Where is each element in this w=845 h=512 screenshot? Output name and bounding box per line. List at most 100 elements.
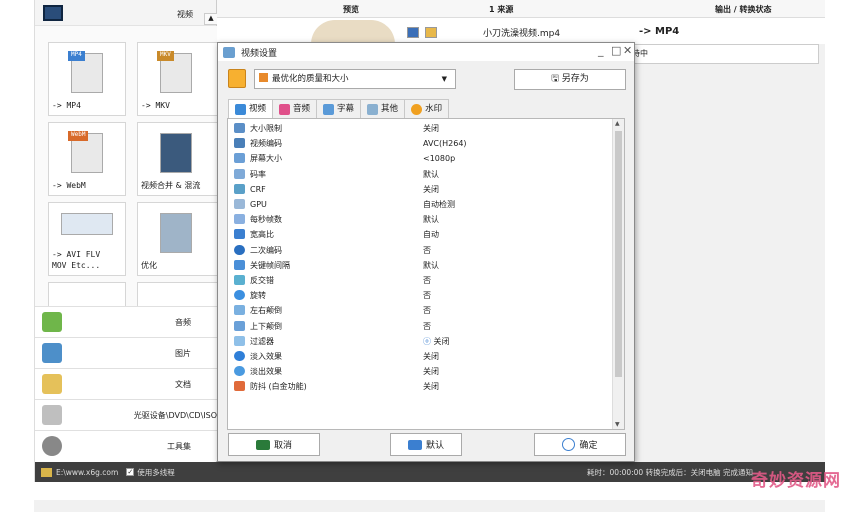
tile-tag: WebM: [68, 131, 89, 141]
property-value: 否: [423, 306, 431, 316]
property-row-aspect[interactable]: 宽高比 自动: [228, 227, 614, 242]
sidebar-item-tools[interactable]: 工具集: [35, 430, 217, 461]
property-value: 否: [423, 321, 431, 331]
property-name: CRF: [250, 184, 266, 194]
tab-label: 水印: [425, 104, 443, 114]
property-value: 关闭: [423, 352, 439, 361]
sidebar-item-document[interactable]: 文档: [35, 368, 217, 399]
tile-label: -> MKV: [141, 101, 170, 110]
close-icon[interactable]: ✕: [623, 44, 632, 57]
property-name: 左右颠倒: [250, 306, 282, 316]
tab-audio[interactable]: 音频: [272, 99, 318, 119]
tile-video-merge[interactable]: 视频合并 & 混流: [137, 122, 217, 196]
property-name: 上下颠倒: [250, 321, 282, 331]
multithread-checkbox[interactable]: ✓: [126, 468, 135, 476]
property-row-two-pass[interactable]: 二次编码 否: [228, 243, 614, 258]
property-row-filter[interactable]: 过滤器 ⓞ 关闭: [228, 334, 614, 349]
dialog-titlebar[interactable]: 视频设置 _ □ ✕: [218, 43, 634, 61]
scrollbar-thumb[interactable]: [615, 131, 622, 377]
filter-value: 关闭: [433, 336, 450, 346]
tab-subtitle[interactable]: 字幕: [316, 99, 362, 119]
folder-icon[interactable]: [425, 27, 437, 38]
cancel-button[interactable]: 取消: [228, 433, 320, 456]
property-row-codec[interactable]: 视频编码 AVC(H264): [228, 136, 614, 151]
source-cell: 小刀洗澡视频.mp4: [407, 26, 560, 39]
property-row-fps[interactable]: 每秒帧数 默认: [228, 212, 614, 227]
save-as-button[interactable]: 🖫 另存为: [514, 69, 626, 90]
property-row-fade-out[interactable]: 淡出效果 关闭: [228, 364, 614, 379]
property-scrollbar[interactable]: ▲ ▼: [612, 119, 624, 429]
mp4-file-icon: MP4: [68, 51, 103, 93]
document-icon: [42, 374, 62, 394]
property-row-crf[interactable]: CRF 关闭: [228, 182, 614, 197]
property-name: 码率: [250, 169, 266, 179]
property-row-keyframe[interactable]: 关键帧间隔 默认: [228, 258, 614, 273]
sidebar-item-picture[interactable]: 图片: [35, 337, 217, 368]
property-row-rotate[interactable]: 旋转 否: [228, 288, 614, 303]
sidebar-item-label: 音频: [175, 317, 191, 327]
property-row-deinterlace[interactable]: 反交错 否: [228, 273, 614, 288]
tile-more-1[interactable]: [48, 282, 126, 306]
tile-to-avi-flv-mov[interactable]: -> AVI FLV MOV Etc...: [48, 202, 126, 276]
folder-icon[interactable]: [41, 467, 52, 477]
property-value: 关闭: [423, 124, 439, 133]
info-icon[interactable]: [407, 27, 419, 38]
table-row[interactable]: 小刀洗澡视频.mp4 -> MP4: [217, 18, 825, 44]
tab-other[interactable]: 其他: [360, 99, 406, 119]
default-icon: [407, 439, 422, 450]
tile-more-2[interactable]: [137, 282, 217, 306]
film-merge-icon: [160, 133, 192, 173]
chevron-down-icon: ▼: [441, 75, 447, 83]
aspect-icon: [234, 229, 245, 240]
stabilize-icon: [234, 381, 245, 392]
property-row-gpu[interactable]: GPU 自动检测: [228, 197, 614, 212]
quality-value: 最优化的质量和大小: [272, 74, 349, 84]
property-row-stabilize[interactable]: 防抖 (白金功能) 关闭: [228, 379, 614, 394]
tab-video[interactable]: 视频: [228, 99, 274, 119]
size-limit-icon: [234, 123, 245, 133]
scroll-up-icon[interactable]: ▲: [615, 120, 620, 127]
sidebar: 视频 ▲ MP4 -> MP4 MKV -> MKV WebM -> WebM …: [35, 0, 218, 462]
collapse-caret-icon[interactable]: ▲: [204, 13, 218, 25]
property-row-fade-in[interactable]: 淡入效果 关闭: [228, 349, 614, 364]
tile-to-webm[interactable]: WebM -> WebM: [48, 122, 126, 196]
col-output: 输出 / 转换状态: [715, 5, 772, 14]
property-row-mirror-v[interactable]: 上下颠倒 否: [228, 319, 614, 334]
tab-watermark[interactable]: 水印: [404, 99, 450, 119]
property-name: 宽高比: [250, 230, 274, 240]
default-button[interactable]: 默认: [390, 433, 462, 456]
property-value: 关闭: [423, 184, 439, 194]
gpu-icon: [234, 199, 245, 209]
property-value: 关闭: [423, 382, 439, 392]
cancel-label: 取消: [273, 441, 292, 451]
quality-select[interactable]: 最优化的质量和大小 ▼: [254, 69, 456, 89]
video-tile-grid: MP4 -> MP4 MKV -> MKV WebM -> WebM 视频合并 …: [35, 26, 217, 306]
webm-file-icon: WebM: [68, 131, 103, 173]
rotate-icon: [234, 290, 245, 301]
property-name: 过滤器: [250, 336, 274, 346]
minimize-icon[interactable]: _: [598, 44, 604, 57]
tile-optimize[interactable]: 优化: [137, 202, 217, 276]
tile-to-mkv[interactable]: MKV -> MKV: [137, 42, 217, 116]
tile-to-mp4[interactable]: MP4 -> MP4: [48, 42, 126, 116]
sidebar-item-label: 文档: [175, 379, 191, 389]
tab-label: 其他: [381, 104, 399, 114]
property-row-screen-size[interactable]: 屏幕大小 <1080p: [228, 151, 614, 166]
mirror-vertical-icon: [234, 320, 245, 331]
property-value: <1080p: [423, 154, 456, 164]
audio-tab-icon: [279, 103, 291, 115]
two-pass-icon: [234, 244, 245, 255]
property-row-bitrate[interactable]: 码率 默认: [228, 167, 614, 182]
ok-button[interactable]: 确定: [534, 433, 626, 456]
scroll-down-icon[interactable]: ▼: [615, 421, 620, 428]
sidebar-item-audio[interactable]: 音频: [35, 306, 217, 337]
property-row-size-limit[interactable]: 大小限制 关闭: [228, 121, 614, 136]
screen-icon: [234, 153, 245, 164]
dialog-buttons: 取消 默认 确定: [218, 433, 636, 457]
sidebar-item-disc[interactable]: 光驱设备\DVD\CD\ISO: [35, 399, 217, 430]
property-row-mirror-h[interactable]: 左右颠倒 否: [228, 303, 614, 318]
output-path[interactable]: E:\www.x6g.com: [56, 468, 118, 477]
sidebar-video-header[interactable]: 视频 ▲: [35, 0, 218, 26]
maximize-icon[interactable]: □: [611, 44, 621, 57]
back-arrow-icon: [255, 439, 270, 450]
